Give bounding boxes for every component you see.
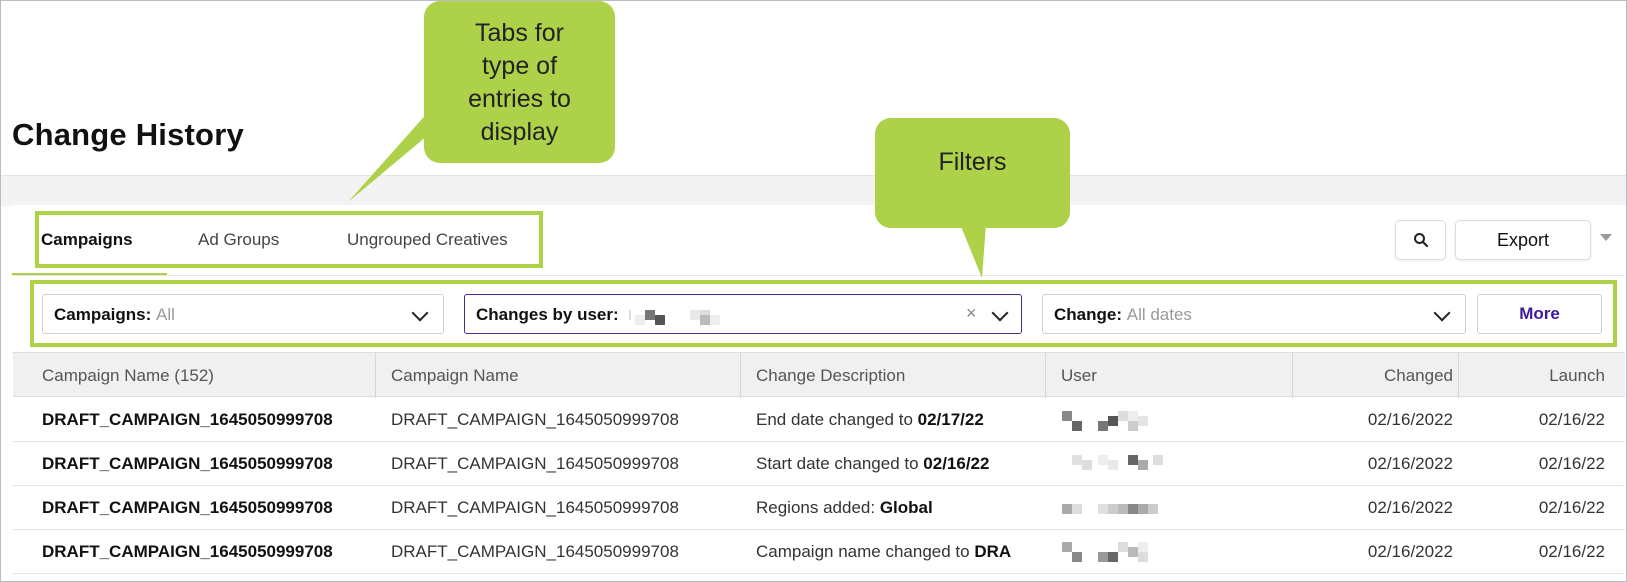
change-description-cell: Regions added: Global xyxy=(756,498,933,517)
campaign-name-cell[interactable]: DRAFT_CAMPAIGN_1645050999708 xyxy=(42,398,333,442)
table-row[interactable]: DRAFT_CAMPAIGN_1645050999708 DRAFT_CAMPA… xyxy=(13,442,1625,486)
launch-date-cell: 02/16/22 xyxy=(1538,542,1605,561)
column-header-campaign-count[interactable]: Campaign Name (152) xyxy=(42,353,214,398)
search-icon xyxy=(1413,233,1428,248)
campaign-name-cell: DRAFT_CAMPAIGN_1645050999708 xyxy=(391,454,679,473)
campaign-name-cell: DRAFT_CAMPAIGN_1645050999708 xyxy=(391,542,679,561)
table-row[interactable]: DRAFT_CAMPAIGN_1645050999708 DRAFT_CAMPA… xyxy=(13,398,1625,442)
changed-date-cell: 02/16/2022 xyxy=(1367,454,1453,473)
launch-date-cell: 02/16/22 xyxy=(1538,410,1605,429)
changed-date-cell: 02/16/2022 xyxy=(1367,542,1453,561)
launch-date-cell: 02/16/22 xyxy=(1538,454,1605,473)
search-button[interactable] xyxy=(1395,220,1446,260)
header-separator-band xyxy=(1,176,1626,206)
table-row[interactable]: DRAFT_CAMPAIGN_1645050999708 DRAFT_CAMPA… xyxy=(13,486,1625,530)
campaign-name-cell[interactable]: DRAFT_CAMPAIGN_1645050999708 xyxy=(42,486,333,530)
campaign-name-cell: DRAFT_CAMPAIGN_1645050999708 xyxy=(391,410,679,429)
campaign-name-cell[interactable]: DRAFT_CAMPAIGN_1645050999708 xyxy=(42,530,333,574)
campaign-name-cell: DRAFT_CAMPAIGN_1645050999708 xyxy=(391,498,679,517)
tabs-divider xyxy=(12,275,1625,276)
column-header-change-description[interactable]: Change Description xyxy=(756,353,905,398)
tabs-highlight-box xyxy=(35,211,543,268)
launch-date-cell: 02/16/22 xyxy=(1538,498,1605,517)
change-description-cell: Start date changed to 02/16/22 xyxy=(756,454,990,473)
page-header: Change History xyxy=(1,1,1626,176)
campaign-name-cell[interactable]: DRAFT_CAMPAIGN_1645050999708 xyxy=(42,442,333,486)
tabs-callout-text: Tabs for type of entries to display xyxy=(468,19,571,146)
export-menu-caret-icon[interactable] xyxy=(1600,234,1612,241)
filters-callout-text: Filters xyxy=(938,148,1007,176)
filters-highlight-box xyxy=(30,280,1617,347)
export-button[interactable]: Export xyxy=(1455,220,1591,260)
table-row[interactable]: DRAFT_CAMPAIGN_1645050999708 DRAFT_CAMPA… xyxy=(13,530,1625,574)
changed-date-cell: 02/16/2022 xyxy=(1367,410,1453,429)
table-header: Campaign Name (152) Campaign Name Change… xyxy=(13,352,1625,398)
column-header-user[interactable]: User xyxy=(1061,353,1097,398)
column-header-campaign-name[interactable]: Campaign Name xyxy=(391,353,519,398)
filters-callout: Filters xyxy=(875,118,1070,228)
change-description-cell: Campaign name changed to DRA xyxy=(756,542,1012,561)
column-header-changed[interactable]: Changed xyxy=(1308,353,1453,398)
tabs-callout: Tabs for type of entries to display xyxy=(424,1,615,163)
filters-callout-pointer xyxy=(960,224,986,278)
column-header-launch[interactable]: Launch xyxy=(1468,353,1605,398)
changed-date-cell: 02/16/2022 xyxy=(1367,498,1453,517)
change-description-cell: End date changed to 02/17/22 xyxy=(756,410,984,429)
page-title: Change History xyxy=(12,117,244,152)
